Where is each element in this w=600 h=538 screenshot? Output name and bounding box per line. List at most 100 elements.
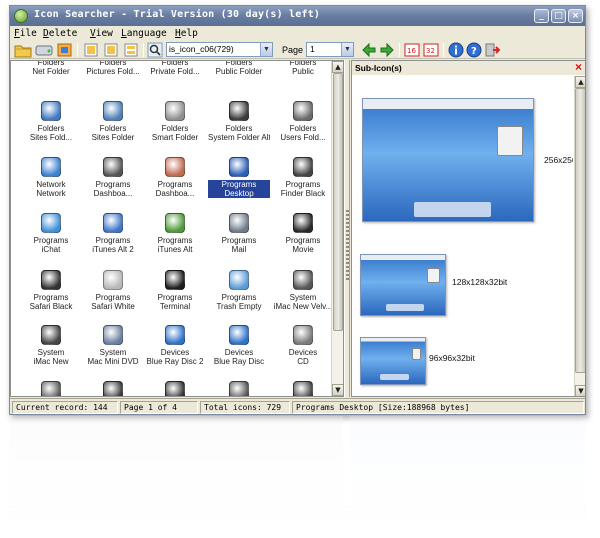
scroll-up-button[interactable]: ▲ [332,61,343,73]
menu-delete-label: elete [48,28,78,39]
pane-splitter[interactable] [344,60,350,397]
menu-help[interactable]: Help [175,28,198,39]
icon-thumbnail [293,157,313,177]
icon-thumbnail [103,157,123,177]
icon-grid-item[interactable]: Programs Finder Black [272,157,334,215]
sub-icon-preview-256[interactable] [362,98,534,222]
icon-category-label: Folders [225,60,253,67]
icon-grid-item[interactable]: Programs Movie [272,213,334,271]
page-label: Page [282,45,304,55]
icon-grid-item[interactable]: Devices CD [272,325,334,383]
size-16-icon[interactable]: 16 [404,42,420,58]
icon-grid-item[interactable]: Programs Dashboa... [144,157,206,215]
help-icon[interactable]: ? [466,42,482,58]
menu-language[interactable]: Language [121,28,167,39]
detail-view-icon[interactable] [122,42,140,58]
icon-category-label: Programs [157,180,193,189]
icon-grid-item[interactable]: Programs Terminal [144,270,206,328]
scroll-down-button[interactable]: ▼ [332,384,343,396]
icon-grid-item[interactable]: Programs Safari Black [20,270,82,328]
icon-category-label: Folders [37,124,65,133]
icon-grid-item[interactable]: Folders Sites Fold... [20,101,82,159]
icon-file-dropdown[interactable]: is_icon_c06(729) ▼ [166,42,273,57]
icon-category-label: Folders [161,124,189,133]
icon-grid-item[interactable]: Devices [144,381,206,396]
icon-name-label: Users Fold... [280,133,326,142]
page-view-icon[interactable] [102,42,120,58]
dock-image [386,303,424,311]
icon-grid-item[interactable]: Devices [208,381,270,396]
info-icon[interactable] [448,42,464,58]
close-icon[interactable]: × [575,61,582,74]
open-folder-icon[interactable] [14,42,32,58]
icon-grid-item[interactable]: Programs Desktop [208,157,270,215]
icon-grid-item[interactable]: System iMac New Velv... [272,270,334,328]
icon-library-icon[interactable] [56,42,74,58]
exit-icon[interactable] [484,42,501,58]
icon-grid-item[interactable]: System Mac Mini DVD [82,325,144,383]
icon-grid-item[interactable]: Programs Trash Empty [208,270,270,328]
title-bar[interactable]: Icon Searcher - Trial Version (30 day(s)… [10,6,585,26]
menu-help-label: elp [180,28,198,39]
status-current-record: Current record: 144 [12,401,118,414]
icon-grid-item[interactable]: Devices [82,381,144,396]
icon-thumbnail [229,157,249,177]
search-icon[interactable] [147,42,163,58]
icon-grid-item[interactable]: Folders [272,381,334,396]
icon-thumbnail [165,157,185,177]
maximize-button[interactable]: □ [551,9,566,23]
sub-icon-scrollbar[interactable]: ▲ ▼ [574,76,585,396]
scroll-down-button[interactable]: ▼ [575,385,585,396]
icon-name-label: Safari White [91,302,135,311]
scroll-up-button[interactable]: ▲ [575,76,585,88]
menu-file[interactable]: File [14,28,37,39]
scroll-thumb[interactable] [333,73,343,331]
sub-icon-preview-96[interactable] [360,337,426,385]
icon-grid-scrollbar[interactable]: ▲ ▼ [331,61,343,396]
icon-category-label: Folders [225,124,253,133]
menu-view[interactable]: View [90,28,113,39]
first-page-icon[interactable] [82,42,100,58]
icon-grid-item[interactable]: System iMac New [20,325,82,383]
icon-category-label: Folders [99,124,127,133]
icon-grid-pane[interactable]: Folders Net Folder Folders Pictures Fold...… [10,60,344,397]
close-button[interactable]: × [568,9,583,23]
icon-grid-item[interactable]: Programs iTunes Alt 2 [82,213,144,271]
icon-grid-item[interactable]: Programs Mail [208,213,270,271]
icon-grid-item[interactable]: Folders Smart Folder [144,101,206,159]
splitter-grip[interactable] [346,210,349,280]
page-dropdown[interactable]: 1 ▼ [306,42,354,57]
icon-thumbnail [103,325,123,345]
icon-grid-item[interactable]: Devices Blue Ray Disc [208,325,270,383]
icon-grid-item[interactable]: Programs Dashboa... [82,157,144,215]
icon-grid-item[interactable]: Devices [20,381,82,396]
chevron-down-icon[interactable]: ▼ [341,43,353,56]
previous-page-icon[interactable] [361,42,377,58]
icon-thumbnail [41,213,61,233]
minimize-button[interactable]: _ [534,9,549,23]
icon-category-label: System [37,348,65,357]
icon-thumbnail [165,101,185,121]
sub-icon-preview-128[interactable] [360,254,446,316]
scroll-thumb[interactable] [575,88,585,373]
icon-grid-item[interactable]: Folders Users Fold... [272,101,334,159]
svg-text:32: 32 [426,47,435,55]
icon-grid-item[interactable]: Devices Blue Ray Disc 2 [144,325,206,383]
icon-name-label: Smart Folder [151,133,199,142]
next-page-icon[interactable] [379,42,395,58]
icon-grid-item[interactable]: Network Network [20,157,82,215]
icon-grid-item[interactable]: Programs iChat [20,213,82,271]
reflection-grid [9,416,343,506]
size-32-icon[interactable]: 32 [423,42,439,58]
icon-name-label: iChat [41,245,61,254]
menu-delete[interactable]: Delete [43,28,77,39]
icon-grid-item[interactable]: Folders System Folder Alt [208,101,270,159]
icon-category-label: Network [36,180,66,189]
icon-grid-item[interactable]: Programs Safari White [82,270,144,328]
icon-grid-item[interactable]: Programs iTunes Alt [144,213,206,271]
chevron-down-icon[interactable]: ▼ [260,43,272,56]
scan-drive-icon[interactable] [35,42,53,58]
icon-thumbnail [103,213,123,233]
icon-grid-item[interactable]: Folders Sites Folder [82,101,144,159]
icon-category-label: System [99,348,127,357]
